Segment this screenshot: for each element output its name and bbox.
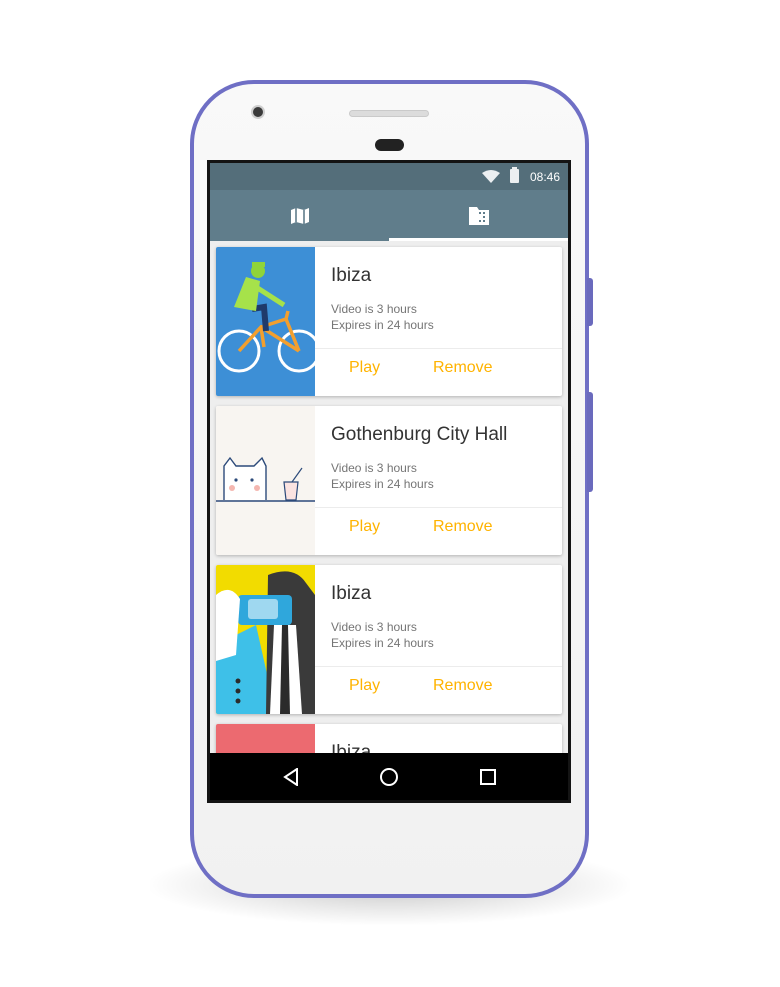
play-button[interactable]: Play [349,513,380,541]
tab-downloads[interactable] [389,190,568,241]
map-icon [290,207,309,224]
divider [315,348,562,349]
battery-icon [510,167,519,183]
app-bar [210,190,568,241]
card-title: Gothenburg City Hall [331,424,508,445]
back-button[interactable] [277,763,305,791]
video-duration: Video is 3 hours [331,302,417,316]
recents-icon [480,769,496,785]
card-title: Ibiza [331,583,372,604]
home-button[interactable] [375,763,403,791]
pink-illustration [216,724,315,753]
remove-button[interactable]: Remove [433,672,493,700]
downloads-list: Ibiza Video is 3 hours Expires in 24 hou… [210,241,568,753]
wifi-icon [482,170,500,183]
remove-button[interactable]: Remove [433,354,493,382]
cat-illustration [216,406,315,555]
video-duration: Video is 3 hours [331,620,417,634]
play-button[interactable]: Play [349,354,380,382]
expiry-text: Expires in 24 hours [331,477,434,491]
card-title: Ibiza [331,265,372,286]
divider [315,666,562,667]
list-item[interactable]: Gothenburg City Hall Video is 3 hours Ex… [216,406,562,555]
status-bar: 08:46 [210,163,568,190]
divider [315,507,562,508]
card-title: Ibiza [331,742,372,753]
speaker-grille [349,110,429,117]
list-item[interactable]: Ibiza [216,724,562,753]
list-item[interactable]: Ibiza Video is 3 hours Expires in 24 hou… [216,565,562,714]
back-icon [283,768,298,786]
front-camera [251,105,265,119]
play-button[interactable]: Play [349,672,380,700]
volume-button [587,392,593,492]
earpiece [375,139,404,151]
film-folder-icon [468,206,489,225]
expiry-text: Expires in 24 hours [331,636,434,650]
remove-button[interactable]: Remove [433,513,493,541]
power-button [587,278,593,326]
video-duration: Video is 3 hours [331,461,417,475]
home-icon [380,768,398,786]
list-item[interactable]: Ibiza Video is 3 hours Expires in 24 hou… [216,247,562,396]
recents-button[interactable] [474,763,502,791]
tab-map[interactable] [210,190,389,241]
cyclist-illustration [216,247,315,396]
people-illustration [216,565,315,714]
expiry-text: Expires in 24 hours [331,318,434,332]
screen: 08:46 Ibiza Video is 3 hours Expires in … [207,160,571,803]
status-time: 08:46 [529,170,560,184]
navigation-bar [210,753,568,800]
